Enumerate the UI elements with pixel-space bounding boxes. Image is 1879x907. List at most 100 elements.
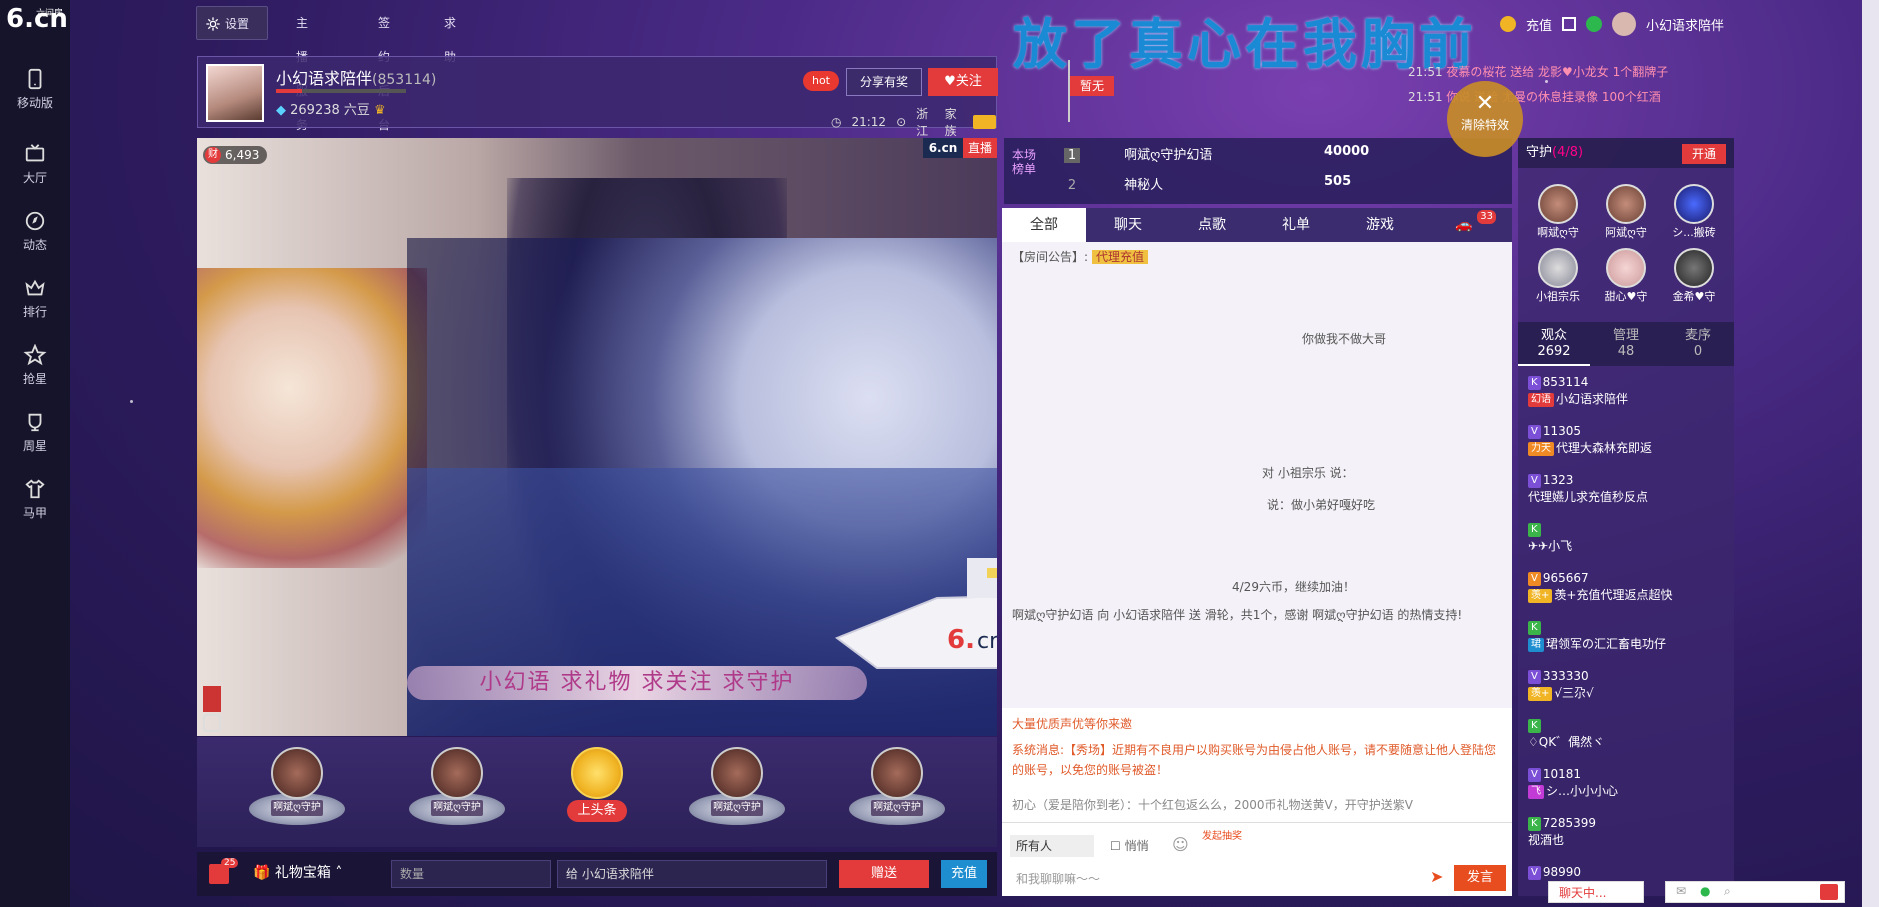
video-player[interactable]: 6. cn 6.cn 直播 财 6,493 小幻语 求礼物 求关注 求守护 <box>197 138 997 736</box>
viewer-id: 98990 <box>1542 865 1582 879</box>
help-link[interactable]: 求助 <box>444 6 456 64</box>
sidebar-item-feed[interactable]: 动态 <box>0 202 70 262</box>
recharge-link[interactable]: 充值 <box>1526 15 1552 34</box>
guard-avatar <box>1606 184 1646 224</box>
tab-mic-queue[interactable]: 麦序 0 <box>1662 322 1734 366</box>
check-icon[interactable] <box>1585 16 1602 32</box>
site-logo[interactable]: 6.cn 六间房 <box>6 4 68 44</box>
clear-effects-button[interactable]: ✕ 清除特效 <box>1447 81 1523 157</box>
ticker-item[interactable]: 21:51 夜慕の桜花 送给 龙影♥小龙女 1个翻牌子 <box>1408 60 1734 85</box>
guard-slot[interactable]: 啊斌ღ守护 <box>687 745 787 835</box>
system-message-list[interactable]: 大量优质声优等你来邀 系统消息:【秀场】近期有不良用户以购买账号为由侵占他人账号… <box>1002 708 1512 833</box>
viewer-row[interactable]: K ♢QK゛偶然ヾ <box>1528 717 1728 751</box>
volume-bar[interactable] <box>203 686 221 712</box>
search-icon[interactable]: ⌕ <box>1724 884 1731 899</box>
heart-icon: ♥ <box>944 74 956 89</box>
emoji-icon[interactable]: ☺ <box>1172 835 1189 854</box>
recharge-button[interactable]: 充值 <box>941 860 987 888</box>
give-button[interactable]: 赠送 <box>839 860 929 888</box>
sidebar-item-grab-star[interactable]: 抢星 <box>0 336 70 396</box>
viewer-row[interactable]: V 98990 <box>1528 864 1728 881</box>
tab-gift-list[interactable]: 礼单 <box>1254 208 1338 242</box>
tab-count: 48 <box>1617 344 1635 359</box>
tv-icon <box>25 144 45 162</box>
viewer-row[interactable]: V 10181 飞シ…小小小心 <box>1528 766 1728 800</box>
sidebar-item-hall[interactable]: 大厅 <box>0 135 70 195</box>
guard-member[interactable]: 金希♥守 <box>1660 248 1728 308</box>
rank-score: 40000 <box>1324 144 1370 159</box>
guard-member[interactable]: 阿斌ღ守 <box>1592 184 1660 244</box>
sidebar-item-vest[interactable]: 马甲 <box>0 470 70 530</box>
viewer-tag: 羡+ <box>1528 686 1553 701</box>
logo-sub: 六间房 <box>36 9 64 19</box>
viewer-row[interactable]: V 333330 羡+ √三尕√ <box>1528 668 1728 702</box>
signing-backend-link[interactable]: 签约后台 <box>378 6 390 132</box>
level-badge: V <box>1528 669 1541 684</box>
edit-icon[interactable] <box>1561 17 1576 31</box>
headline-button[interactable]: 上头条 <box>547 745 647 835</box>
page-scrollbar[interactable] <box>1862 0 1879 907</box>
rank-row[interactable]: 1 啊斌ღ守护幻语 40000 <box>1064 144 1494 168</box>
guard-avatar <box>431 747 483 799</box>
guard-slot[interactable]: 啊斌ღ守护 <box>407 745 507 835</box>
message-icon[interactable] <box>1820 884 1838 900</box>
guard-name: 小祖宗乐 <box>1536 290 1580 303</box>
viewer-row[interactable]: V 965667 羡+ 羡+充值代理返点超快 <box>1528 570 1728 604</box>
sidebar-item-weekly-star[interactable]: 周星 <box>0 403 70 463</box>
tab-chat[interactable]: 聊天 <box>1086 208 1170 242</box>
viewer-row[interactable]: K 853114 幻语 小幻语求陪伴 <box>1528 374 1728 408</box>
guard-member[interactable]: 小祖宗乐 <box>1524 248 1592 308</box>
viewer-row[interactable]: V 11305 力天 代理大森林充即返 <box>1528 423 1728 457</box>
whisper-checkbox[interactable]: ☐ 悄悄 <box>1110 837 1149 854</box>
tab-song[interactable]: 点歌 <box>1170 208 1254 242</box>
lottery-label: 发起抽奖 <box>1202 831 1242 842</box>
settings-button[interactable]: 设置 <box>196 6 268 40</box>
viewer-row[interactable]: V 1323 代理嬿儿求充值秒反点 <box>1528 472 1728 506</box>
gift-box-button[interactable]: 🎁 礼物宝箱 ˄ <box>253 862 342 882</box>
tab-managers[interactable]: 管理 48 <box>1590 322 1662 366</box>
recipient-select[interactable]: 给 小幻语求陪伴 <box>557 860 827 888</box>
guard-name: 啊斌ღ守 <box>1537 226 1579 239</box>
user-name[interactable]: 小幻语求陪伴 <box>1646 15 1724 34</box>
viewer-row[interactable]: K 7285399 视酒也 <box>1528 815 1728 849</box>
viewer-name: 代理大森林充即返 <box>1556 441 1653 455</box>
tab-all[interactable]: 全部 <box>1002 208 1086 242</box>
chat-input[interactable]: 和我聊聊嘛～～ <box>1010 867 1454 891</box>
anchor-service-link[interactable]: 主播服务 <box>296 6 308 132</box>
guard-slot[interactable]: 啊斌ღ守护 <box>247 745 347 835</box>
anchor-name[interactable]: 小幻语求陪伴 <box>276 69 372 88</box>
notice-tag[interactable]: 代理充值 <box>1092 250 1149 264</box>
tab-car[interactable]: 🚗 33 <box>1422 208 1506 242</box>
tab-games[interactable]: 游戏 <box>1338 208 1422 242</box>
anchor-avatar[interactable] <box>206 64 264 122</box>
follow-button[interactable]: ♥关注 <box>928 68 998 96</box>
send-button[interactable]: 发言 <box>1454 865 1506 891</box>
chat-message: 对 小祖宗乐 说： <box>1262 464 1512 482</box>
tab-viewers[interactable]: 观众 2692 <box>1518 322 1590 366</box>
rank-row[interactable]: 2 神秘人 505 <box>1064 174 1494 198</box>
audience-select[interactable]: 所有人 <box>1010 835 1094 857</box>
chatting-button[interactable]: 聊天中... <box>1548 881 1644 903</box>
open-guard-button[interactable]: 开通 <box>1682 144 1726 164</box>
rank-title[interactable]: 本场榜单 <box>1012 148 1042 176</box>
message-text: 4/29六币，继续加油！ <box>1232 580 1355 594</box>
family-badge[interactable] <box>972 115 996 129</box>
viewer-row[interactable]: K 珺珺领军の汇汇畜电功仔 <box>1528 619 1728 653</box>
guard-member[interactable]: 甜心♥守 <box>1592 248 1660 308</box>
guard-slot[interactable]: 啊斌ღ守护 <box>847 745 947 835</box>
microphone-icon[interactable] <box>203 714 221 732</box>
guard-gift-row: 啊斌ღ守护 啊斌ღ守护 上头条 啊斌ღ守护 啊斌ღ守护 <box>197 737 997 847</box>
check-icon[interactable]: ● <box>1700 884 1710 898</box>
lottery-button[interactable]: 发起抽奖 <box>1202 831 1246 843</box>
viewer-row[interactable]: K ✈✈小飞 <box>1528 521 1728 555</box>
quantity-input[interactable]: 数量 <box>391 860 551 888</box>
mail-icon[interactable]: ✉ <box>1676 884 1686 898</box>
user-avatar[interactable] <box>1611 12 1636 36</box>
send-plane-icon[interactable]: ➤ <box>1430 867 1443 886</box>
share-button[interactable]: 分享有奖 <box>846 68 922 96</box>
chat-message-list[interactable]: 【房间公告】: 代理充值 你做我不做大哥 对 小祖宗乐 说： 说：做小弟好嘎好吃 … <box>1002 242 1512 708</box>
guard-member[interactable]: 啊斌ღ守 <box>1524 184 1592 244</box>
sidebar-item-mobile[interactable]: 移动版 <box>0 60 70 120</box>
sidebar-item-ranking[interactable]: 排行 <box>0 269 70 329</box>
guard-member[interactable]: シ...搬砖 <box>1660 184 1728 244</box>
